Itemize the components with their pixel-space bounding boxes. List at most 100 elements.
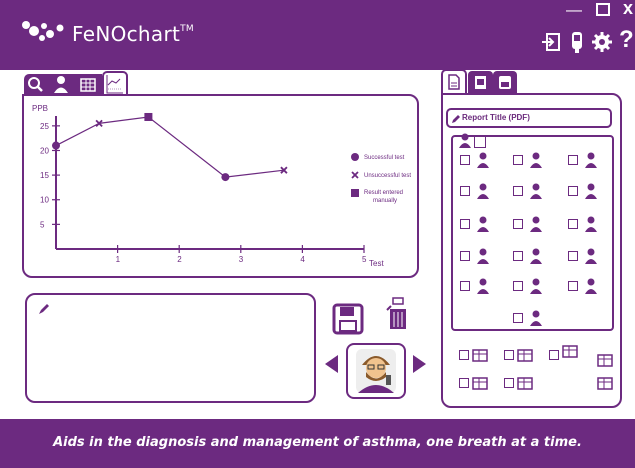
extra-checkbox[interactable] xyxy=(504,350,514,360)
x-tick-label: 2 xyxy=(177,255,182,264)
y-axis-label: PPB xyxy=(32,104,48,113)
app-header: FeNOchartTM — x ? xyxy=(0,0,635,70)
option-checkbox[interactable] xyxy=(460,219,470,229)
tab-pdf[interactable] xyxy=(441,69,467,95)
option-checkbox[interactable] xyxy=(568,219,578,229)
email-icon[interactable] xyxy=(596,351,614,369)
medication-icon xyxy=(474,247,492,265)
x-tick-label: 4 xyxy=(300,255,305,264)
doctor-avatar[interactable] xyxy=(346,343,406,399)
camera-icon xyxy=(527,182,545,200)
tab-export[interactable] xyxy=(468,71,493,93)
legend-label: Successful test xyxy=(364,155,405,161)
marker-successful xyxy=(351,153,359,161)
table-mini-icon xyxy=(471,374,489,392)
marker-unsuccessful xyxy=(351,171,359,179)
y-tick-label: 10 xyxy=(40,196,49,205)
notes-panel[interactable] xyxy=(25,293,316,403)
patient-info-icon xyxy=(474,182,492,200)
gender-icon xyxy=(582,182,600,200)
legend-label: Unsuccessful test xyxy=(364,173,411,179)
marker-manual xyxy=(351,189,359,197)
person-sitting-icon xyxy=(474,215,492,233)
option-checkbox[interactable] xyxy=(568,155,578,165)
save-disk-icon[interactable] xyxy=(332,303,364,335)
clipboard-icon xyxy=(582,247,600,265)
legend-label: Result entered xyxy=(364,190,403,196)
print-icon xyxy=(499,76,511,89)
app-footer: Aids in the diagnosis and management of … xyxy=(0,419,635,468)
extra-checkbox[interactable] xyxy=(459,378,469,388)
search-icon xyxy=(28,77,43,92)
settings-gear-icon[interactable] xyxy=(591,31,613,53)
help-icon[interactable]: ? xyxy=(619,26,634,54)
legend-label: manually xyxy=(373,198,397,204)
export-icon xyxy=(475,76,486,89)
marker-successful xyxy=(52,141,60,150)
maximize-button[interactable] xyxy=(596,3,610,16)
magnify-doc-icon[interactable] xyxy=(596,374,614,392)
option-checkbox[interactable] xyxy=(460,186,470,196)
y-tick-label: 15 xyxy=(40,171,49,180)
person-standing-icon xyxy=(582,277,600,295)
extra-checkbox[interactable] xyxy=(459,350,469,360)
x-tick-label: 1 xyxy=(116,255,121,264)
report-title-label: Report Title (PDF) xyxy=(462,113,530,122)
x-axis-label: Test xyxy=(369,259,384,268)
option-checkbox[interactable] xyxy=(568,186,578,196)
doctor-icon xyxy=(527,309,545,327)
y-tick-label: 5 xyxy=(40,220,45,229)
id-card-icon xyxy=(582,151,600,169)
option-checkbox[interactable] xyxy=(513,313,523,323)
option-checkbox[interactable] xyxy=(568,281,578,291)
y-tick-label: 25 xyxy=(40,122,49,131)
next-arrow[interactable] xyxy=(413,355,426,373)
marker-successful xyxy=(221,173,230,182)
option-checkbox[interactable] xyxy=(513,219,523,229)
smoking-icon xyxy=(527,247,545,265)
marker-manual xyxy=(144,112,153,121)
option-checkbox[interactable] xyxy=(460,281,470,291)
option-checkbox[interactable] xyxy=(513,281,523,291)
report-title-field[interactable]: Report Title (PDF) xyxy=(446,108,612,128)
x-tick-label: 3 xyxy=(239,255,244,264)
family-icon xyxy=(527,215,545,233)
chart-panel: PPB Test 1 2 3 4 5 5 10 15 20 25 Successful test U… xyxy=(22,94,419,278)
footer-tagline: Aids in the diagnosis and management of … xyxy=(53,435,582,450)
doctor-avatar-icon xyxy=(356,349,396,393)
fenochart-line-chart: PPB Test 1 2 3 4 5 5 10 15 20 25 Successful test U… xyxy=(32,104,411,268)
app-title: FeNOchartTM xyxy=(72,22,194,46)
extra-checkbox[interactable] xyxy=(549,350,559,360)
minimize-button[interactable]: — xyxy=(566,2,582,20)
close-button[interactable]: x xyxy=(623,0,633,19)
option-checkbox[interactable] xyxy=(513,155,523,165)
y-tick-label: 20 xyxy=(40,146,49,155)
edit-person-icon xyxy=(474,151,492,169)
option-checkbox[interactable] xyxy=(513,186,523,196)
calendar-icon xyxy=(527,151,545,169)
option-checkbox[interactable] xyxy=(460,155,470,165)
device-icon[interactable] xyxy=(566,31,588,53)
previous-arrow[interactable] xyxy=(325,355,338,373)
extra-checkbox[interactable] xyxy=(504,378,514,388)
exit-icon[interactable] xyxy=(540,31,562,53)
images-icon xyxy=(561,342,579,360)
phone-icon xyxy=(527,277,545,295)
chart-mini-icon xyxy=(471,346,489,364)
trash-bin-icon[interactable] xyxy=(381,296,409,332)
option-checkbox[interactable] xyxy=(460,251,470,261)
pencil-mini-icon xyxy=(452,115,460,123)
option-checkbox[interactable] xyxy=(568,251,578,261)
series-line xyxy=(55,116,284,178)
tab-print[interactable] xyxy=(493,71,517,93)
person-icon xyxy=(54,76,68,93)
location-icon xyxy=(474,277,492,295)
report-options-grid xyxy=(451,135,614,331)
person-pain-icon xyxy=(582,215,600,233)
pencil-icon xyxy=(39,304,49,314)
table-icon xyxy=(80,78,96,92)
x-tick-label: 5 xyxy=(362,255,367,264)
pdf-page-icon xyxy=(448,74,460,90)
option-checkbox[interactable] xyxy=(513,251,523,261)
fenochart-logo-icon xyxy=(22,21,64,41)
